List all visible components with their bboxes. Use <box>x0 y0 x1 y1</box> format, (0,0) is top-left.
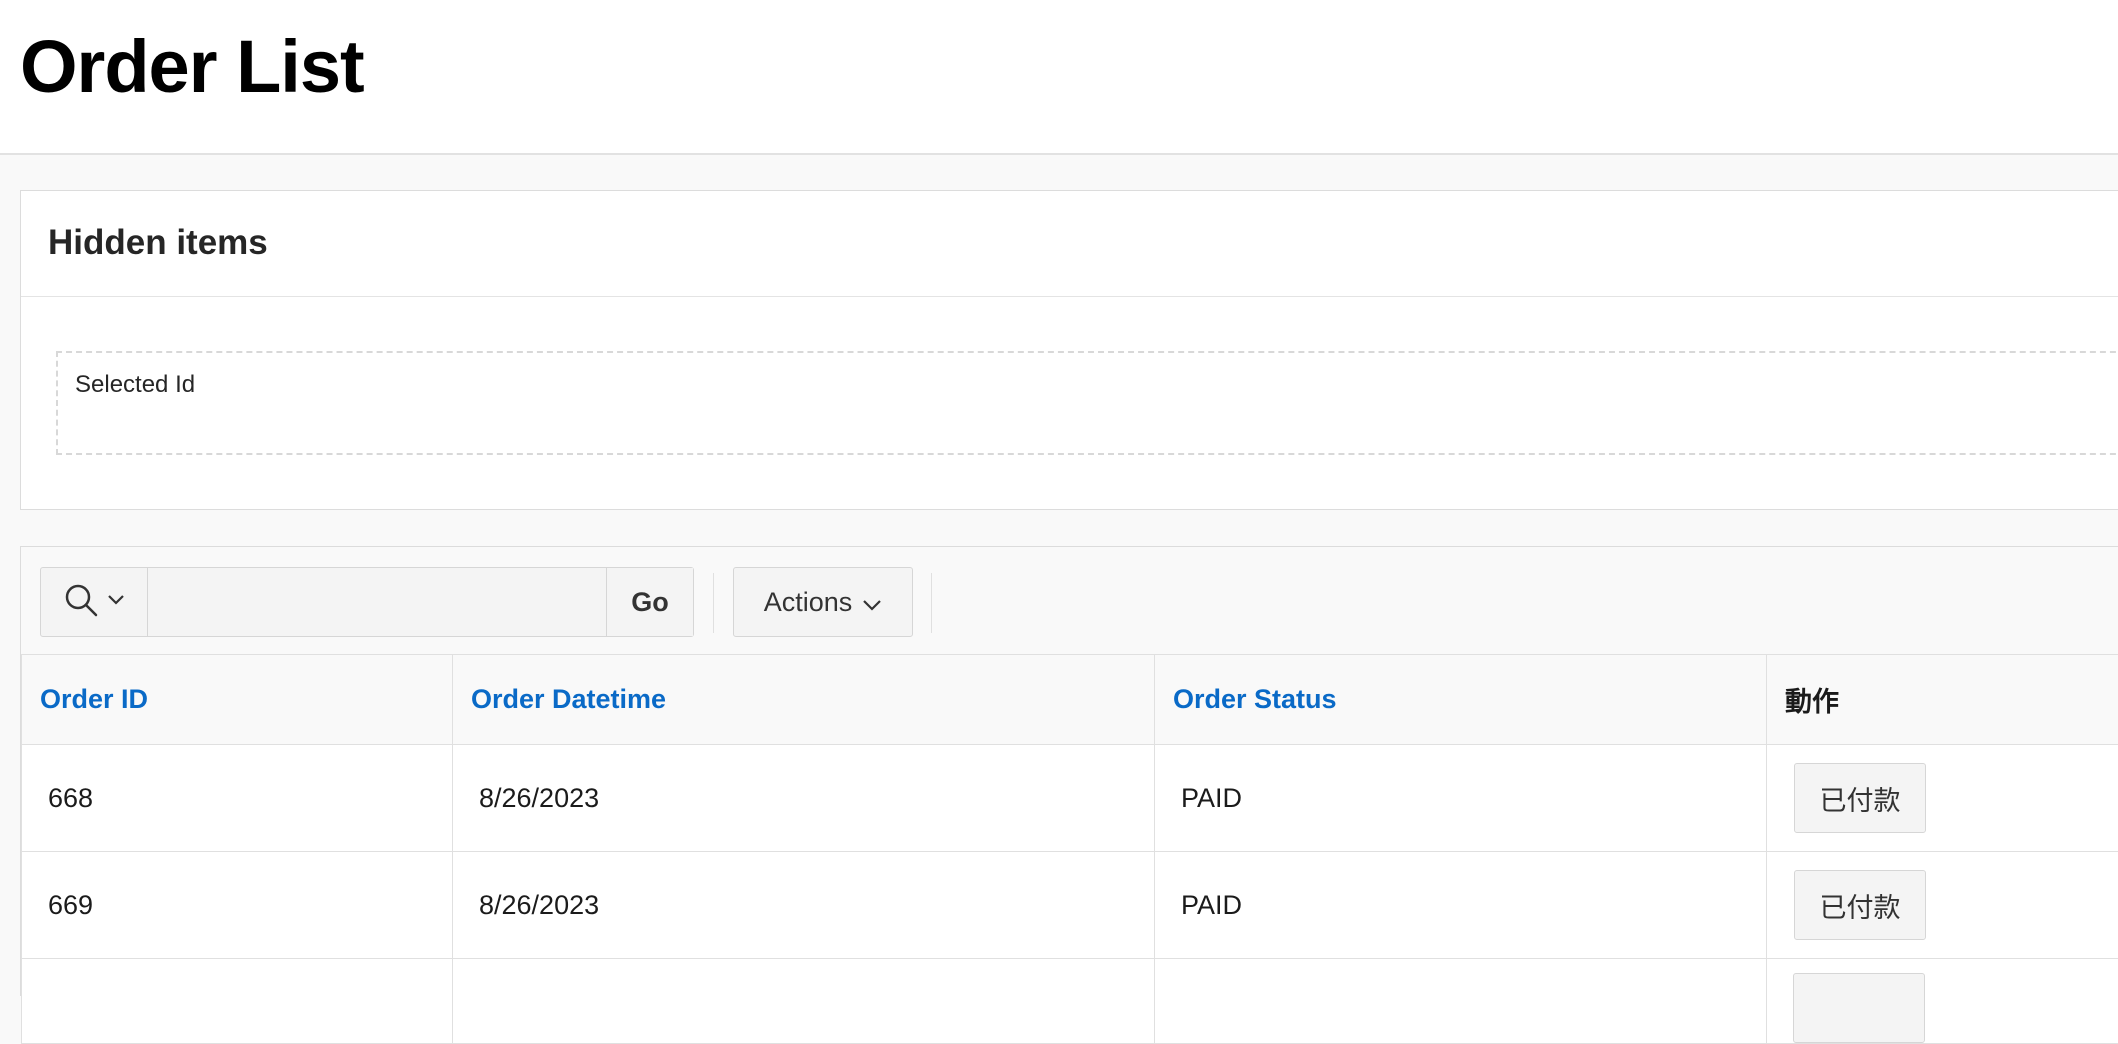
region-header: Hidden items <box>21 191 2118 297</box>
sort-link[interactable]: Order Status <box>1173 684 1337 714</box>
report-toolbar: Go Actions <box>21 547 2118 655</box>
sort-link[interactable]: Order ID <box>40 684 148 714</box>
toolbar-divider <box>931 573 932 633</box>
order-id-cell <box>22 959 453 1044</box>
paid-button[interactable]: 已付款 <box>1794 870 1926 940</box>
order-status-cell: PAID <box>1155 852 1767 959</box>
search-column-button[interactable] <box>41 568 148 636</box>
column-header-order-status[interactable]: Order Status <box>1155 655 1767 745</box>
order-datetime-cell: 8/26/2023 <box>453 852 1155 959</box>
action-cell: 已付款 <box>1767 852 2118 959</box>
column-header-action: 動作 <box>1767 655 2118 745</box>
selected-id-label: Selected Id <box>75 371 195 399</box>
page-title: Order List <box>20 26 364 107</box>
sort-link[interactable]: Order Datetime <box>471 684 666 714</box>
table-row: 668 8/26/2023 PAID 已付款 <box>22 745 2118 852</box>
order-id-cell: 668 <box>22 745 453 852</box>
actions-label: Actions <box>764 587 853 618</box>
column-header-order-datetime[interactable]: Order Datetime <box>453 655 1155 745</box>
actions-menu-button[interactable]: Actions <box>733 567 913 637</box>
search-input[interactable] <box>148 568 607 636</box>
selected-id-field: Selected Id <box>56 351 2118 455</box>
search-group: Go <box>40 567 694 637</box>
search-icon <box>63 582 99 623</box>
table-row <box>22 959 2118 1044</box>
paid-button[interactable]: 已付款 <box>1794 763 1926 833</box>
column-header-order-id[interactable]: Order ID <box>22 655 453 745</box>
chevron-down-icon <box>107 593 125 611</box>
order-report: Go Actions Order ID Order Datetime Order… <box>20 546 2118 996</box>
row-action-button[interactable] <box>1793 973 1925 1043</box>
report-table: Order ID Order Datetime Order Status 動作 … <box>21 654 2118 1044</box>
go-button[interactable]: Go <box>607 568 693 636</box>
action-cell: 已付款 <box>1767 745 2118 852</box>
table-row: 669 8/26/2023 PAID 已付款 <box>22 852 2118 959</box>
hidden-items-region: Hidden items Selected Id <box>20 190 2118 510</box>
order-status-cell <box>1155 959 1767 1044</box>
region-title: Hidden items <box>48 223 268 263</box>
page-header: Order List <box>0 0 2118 155</box>
order-datetime-cell <box>453 959 1155 1044</box>
order-id-cell: 669 <box>22 852 453 959</box>
header-row: Order ID Order Datetime Order Status 動作 <box>22 655 2118 745</box>
chevron-down-icon <box>862 587 882 618</box>
order-status-cell: PAID <box>1155 745 1767 852</box>
toolbar-divider <box>713 573 714 633</box>
order-datetime-cell: 8/26/2023 <box>453 745 1155 852</box>
action-cell <box>1767 959 2118 1044</box>
